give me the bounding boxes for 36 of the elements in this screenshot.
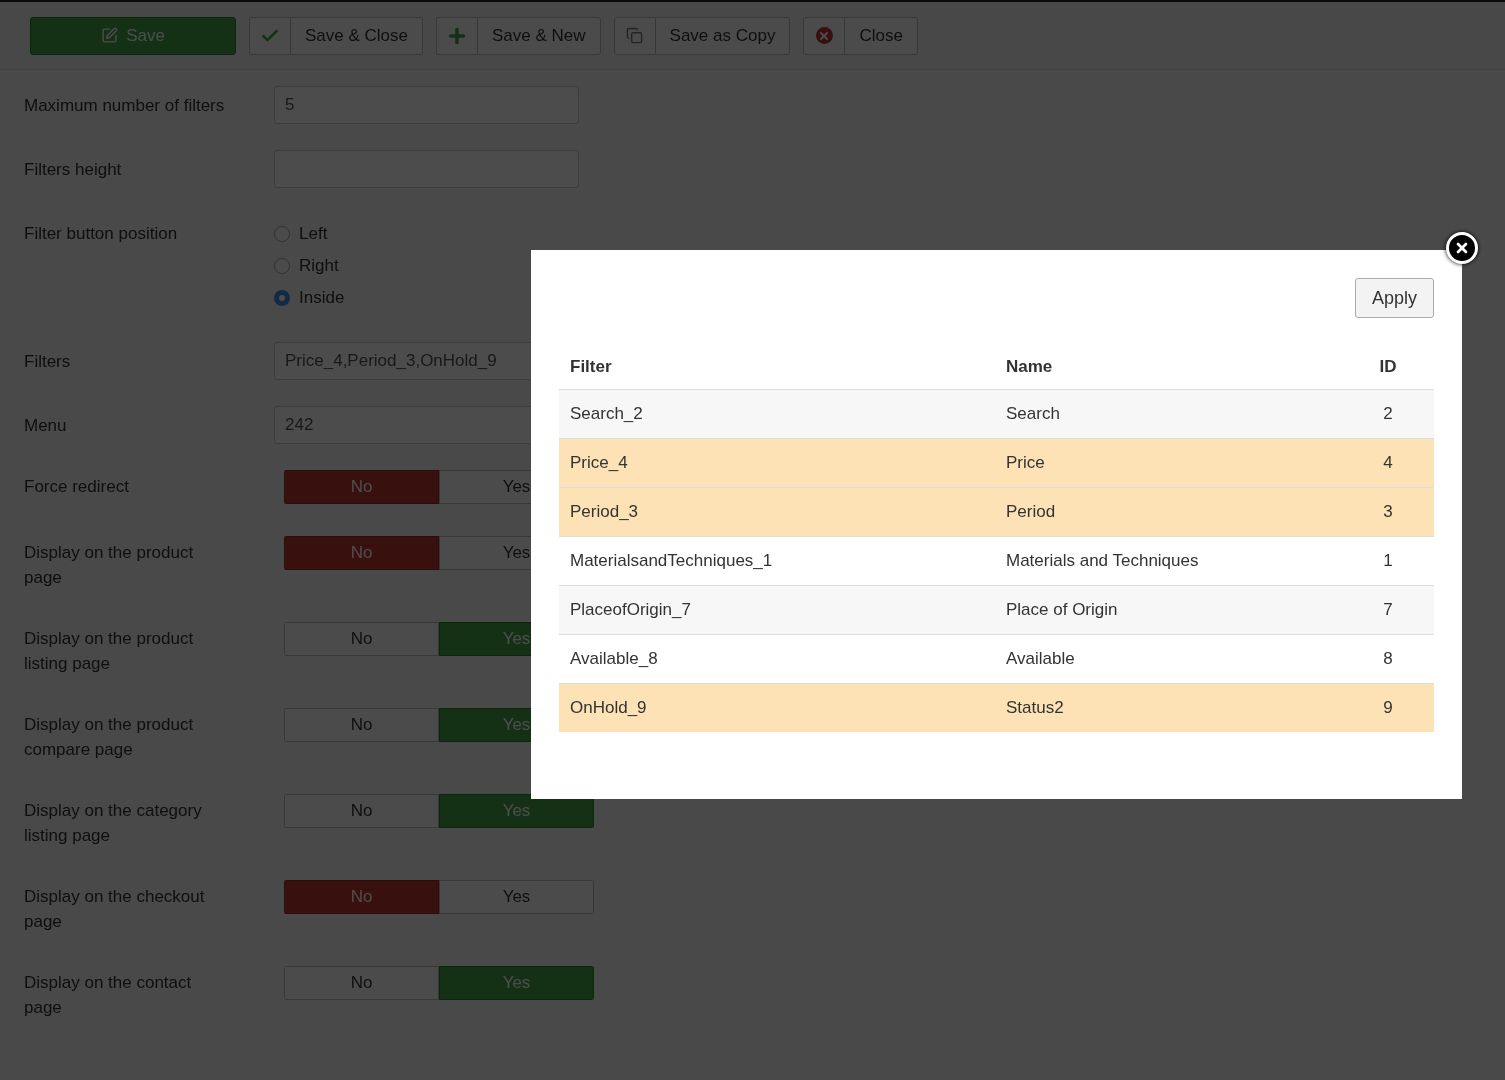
field-label: Filters [24, 351, 72, 373]
table-cell: Place of Origin [995, 585, 1342, 635]
field-label: Display on the product compare page [24, 714, 195, 761]
table-cell: Available_8 [559, 634, 995, 684]
table-cell: Search [995, 389, 1342, 439]
table-cell: Status2 [995, 683, 1342, 732]
table-cell: 7 [1342, 585, 1434, 635]
table-cell: 2 [1342, 389, 1434, 439]
field-label: Display on the checkout page [24, 886, 206, 933]
column-header: Name [995, 345, 1342, 390]
field-label: Display on the product listing page [24, 628, 195, 675]
table-cell: 9 [1342, 683, 1434, 732]
table-cell: 3 [1342, 487, 1434, 537]
table-cell: MaterialsandTechniques_1 [559, 536, 995, 586]
field-label: Filters height [24, 159, 123, 181]
field-label: Display on the contact page [24, 972, 193, 1019]
table-cell: OnHold_9 [559, 683, 995, 732]
table-cell: Price [995, 438, 1342, 488]
table-cell: Materials and Techniques [995, 536, 1342, 586]
table-cell: Search_2 [559, 389, 995, 439]
field-label: Maximum number of filters [24, 95, 226, 117]
table-cell: Period_3 [559, 487, 995, 537]
table-cell: 4 [1342, 438, 1434, 488]
field-label: Filter button position [24, 223, 179, 245]
table-cell: 8 [1342, 634, 1434, 684]
field-label: Force redirect [24, 476, 130, 498]
table-cell: Price_4 [559, 438, 995, 488]
table-cell: Available [995, 634, 1342, 684]
field-label: Display on the category listing page [24, 800, 203, 847]
column-header: Filter [559, 345, 995, 390]
table-cell: PlaceofOrigin_7 [559, 585, 995, 635]
table-cell: 1 [1342, 536, 1434, 586]
table-cell: Period [995, 487, 1342, 537]
field-label: Display on the product page [24, 542, 195, 589]
field-label: Menu [24, 415, 68, 437]
column-header: ID [1342, 345, 1434, 390]
